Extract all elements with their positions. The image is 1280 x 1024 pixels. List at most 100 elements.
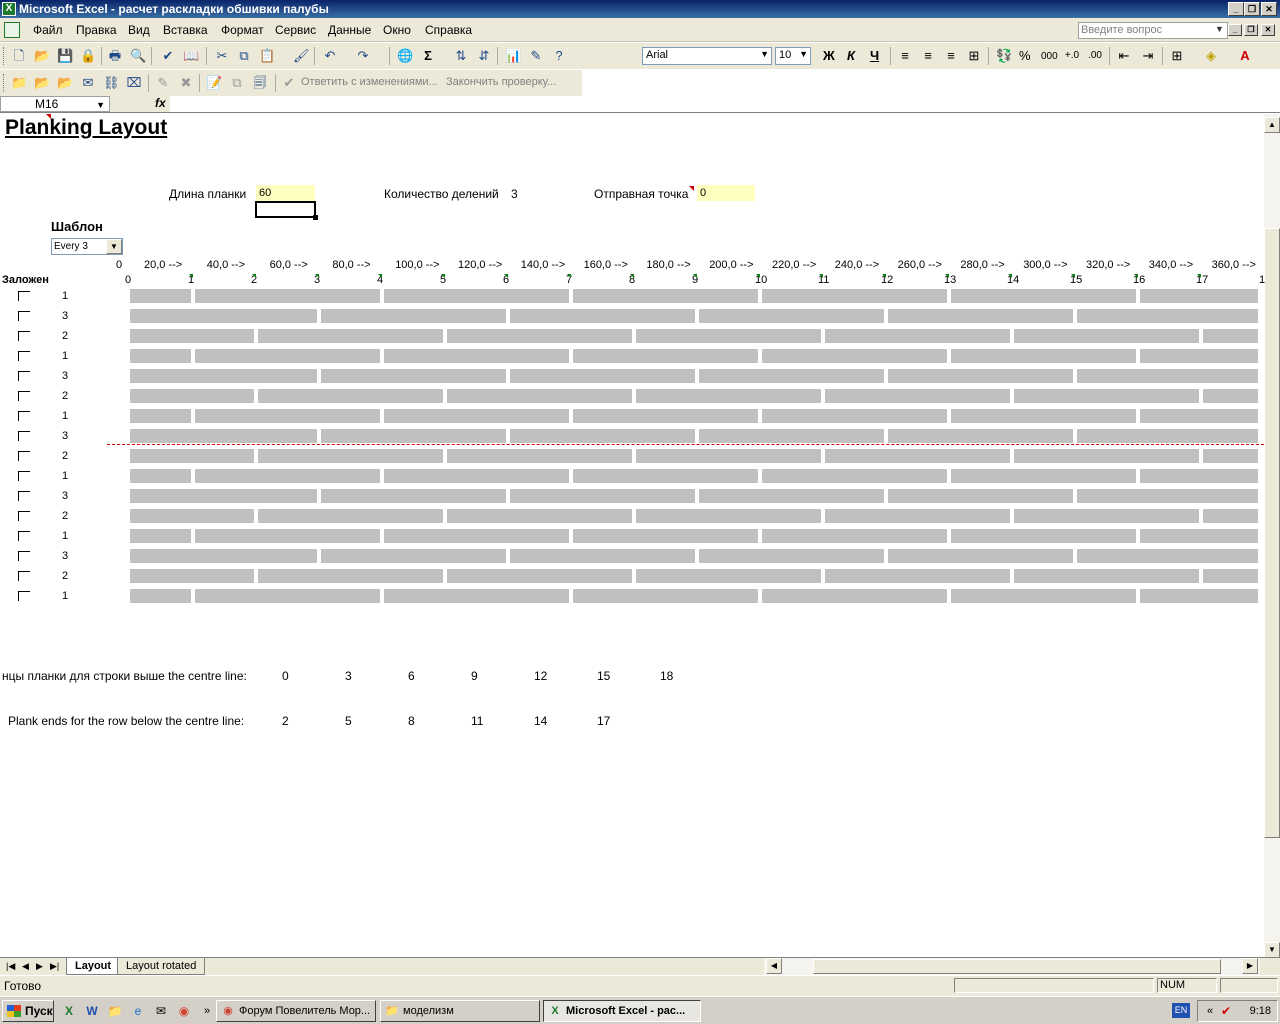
merge-center-icon[interactable]: ⊞ xyxy=(966,48,982,64)
align-left-icon[interactable]: ≡ xyxy=(897,48,913,64)
scroll-right-button[interactable]: ▶ xyxy=(1242,958,1258,974)
row-laid-checkbox[interactable] xyxy=(18,391,30,401)
formula-input[interactable] xyxy=(170,96,1280,112)
taskbar-window-forum[interactable]: ◉ Форум Повелитель Мор... xyxy=(216,1000,376,1022)
paste-icon[interactable]: 📋 xyxy=(259,48,275,64)
row-laid-checkbox[interactable] xyxy=(18,491,30,501)
accept-change-icon[interactable]: ⧉ xyxy=(229,75,245,91)
align-right-icon[interactable]: ≡ xyxy=(943,48,959,64)
sort-descending-icon[interactable]: ⇵ xyxy=(476,48,492,64)
row-laid-checkbox[interactable] xyxy=(18,451,30,461)
reply-with-changes-button[interactable]: Ответить с изменениями... xyxy=(301,76,438,88)
menu-format[interactable]: Формат xyxy=(221,23,264,37)
doc-restore-button[interactable]: ❐ xyxy=(1244,24,1258,36)
bold-button[interactable]: Ж xyxy=(823,48,835,63)
first-sheet-icon[interactable]: |◀ xyxy=(6,961,15,972)
start-button[interactable]: Пуск xyxy=(2,1000,54,1022)
chrome-icon[interactable]: ◉ xyxy=(176,1003,192,1019)
chevron-down-icon[interactable]: ▼ xyxy=(96,98,105,112)
font-name-select[interactable]: Arial ▼ xyxy=(642,47,772,65)
internet-explorer-icon[interactable]: e xyxy=(130,1003,146,1019)
menu-tools[interactable]: Сервис xyxy=(275,23,316,37)
taskbar-window-folder[interactable]: 📁 моделизм xyxy=(380,1000,540,1022)
help-icon[interactable]: ? xyxy=(551,48,567,64)
pattern-dropdown[interactable]: Every 3 ▼ xyxy=(51,238,123,255)
prev-sheet-icon[interactable]: ◀ xyxy=(22,961,29,972)
folder-up-icon[interactable]: 📂 xyxy=(34,75,50,91)
row-laid-checkbox[interactable] xyxy=(18,591,30,601)
link-icon[interactable]: ⛓ xyxy=(103,75,120,91)
print-preview-icon[interactable]: 🔍 xyxy=(130,48,146,64)
edit-comment-icon[interactable]: ✎ xyxy=(155,75,171,91)
mail-icon[interactable]: ✉ xyxy=(80,75,96,91)
row-laid-checkbox[interactable] xyxy=(18,571,30,581)
align-center-icon[interactable]: ≡ xyxy=(920,48,936,64)
toolbar-grip[interactable] xyxy=(3,74,6,92)
selected-cell-m16[interactable] xyxy=(255,201,318,220)
row-laid-checkbox[interactable] xyxy=(18,411,30,421)
restore-button[interactable]: ❐ xyxy=(1244,2,1260,16)
name-box[interactable]: M16 ▼ xyxy=(0,96,110,112)
mail-client-icon[interactable]: ✉ xyxy=(153,1003,169,1019)
show-comments-icon[interactable]: 🗐 xyxy=(252,75,268,91)
antivirus-icon[interactable]: ✔ xyxy=(1218,1003,1234,1019)
menu-help[interactable]: Справка xyxy=(425,23,472,37)
percent-button[interactable]: % xyxy=(1019,48,1031,63)
spelling-icon[interactable]: ✔ xyxy=(160,48,176,64)
toolbar-grip[interactable] xyxy=(3,47,6,65)
drawing-icon[interactable]: ✎ xyxy=(528,48,544,64)
row-laid-checkbox[interactable] xyxy=(18,291,30,301)
delete-comment-icon[interactable]: ✖ xyxy=(178,75,194,91)
start-point-cell[interactable]: 0 xyxy=(697,185,755,201)
ask-question-input[interactable]: Введите вопрос xyxy=(1078,22,1228,39)
redo-icon[interactable]: ↷ xyxy=(355,48,371,64)
remove-icon[interactable]: ⌧ xyxy=(126,75,142,91)
doc-close-button[interactable]: ✕ xyxy=(1261,24,1275,36)
next-sheet-icon[interactable]: ▶ xyxy=(36,961,43,972)
divisions-value[interactable]: 3 xyxy=(511,187,518,201)
autosum-icon[interactable]: Σ xyxy=(420,48,436,64)
permission-icon[interactable]: 🔒 xyxy=(80,48,96,64)
chevron-down-icon[interactable]: ▼ xyxy=(1215,24,1224,34)
close-button[interactable]: ✕ xyxy=(1261,2,1277,16)
chevron-right-icon[interactable]: » xyxy=(199,1003,215,1019)
new-document-icon[interactable]: 🗋 xyxy=(11,48,27,64)
vertical-scroll-thumb[interactable] xyxy=(1264,228,1280,838)
horizontal-scroll-thumb[interactable] xyxy=(813,959,1221,974)
last-sheet-icon[interactable]: ▶| xyxy=(50,961,59,972)
row-laid-checkbox[interactable] xyxy=(18,551,30,561)
row-laid-checkbox[interactable] xyxy=(18,351,30,361)
folder-star-icon[interactable]: 📂 xyxy=(57,75,73,91)
fill-color-icon[interactable]: ◈ xyxy=(1203,48,1219,64)
row-laid-checkbox[interactable] xyxy=(18,431,30,441)
language-indicator[interactable]: EN xyxy=(1172,1003,1190,1018)
currency-icon[interactable]: 💱 xyxy=(996,48,1012,64)
row-laid-checkbox[interactable] xyxy=(18,471,30,481)
increase-decimal-icon[interactable]: +.0 xyxy=(1064,48,1080,64)
tab-layout[interactable]: Layout xyxy=(66,958,121,975)
font-color-icon[interactable]: A xyxy=(1237,48,1253,64)
copy-icon[interactable]: ⧉ xyxy=(236,48,252,64)
research-icon[interactable]: 📖 xyxy=(183,48,199,64)
menu-window[interactable]: Окно xyxy=(383,23,411,37)
save-icon[interactable]: 💾 xyxy=(57,48,73,64)
folder-icon[interactable]: 📁 xyxy=(11,75,27,91)
plank-length-cell[interactable]: 60 xyxy=(256,185,315,201)
menu-edit[interactable]: Правка xyxy=(76,23,117,37)
excel-icon[interactable]: X xyxy=(61,1003,77,1019)
row-laid-checkbox[interactable] xyxy=(18,331,30,341)
scroll-left-button[interactable]: ◀ xyxy=(766,958,782,974)
chart-wizard-icon[interactable]: 📊 xyxy=(505,48,521,64)
menu-file[interactable]: Файл xyxy=(33,23,63,37)
row-laid-checkbox[interactable] xyxy=(18,531,30,541)
end-review-button[interactable]: Закончить проверку... xyxy=(446,76,556,88)
chevron-down-icon[interactable]: ▼ xyxy=(106,239,122,254)
increase-indent-icon[interactable]: ⇥ xyxy=(1140,48,1156,64)
comment-indicator[interactable] xyxy=(689,186,694,191)
taskbar-window-excel[interactable]: X Microsoft Excel - рас... xyxy=(543,1000,701,1022)
scroll-down-button[interactable]: ▼ xyxy=(1264,942,1280,958)
document-icon[interactable] xyxy=(4,22,20,38)
underline-button[interactable]: Ч xyxy=(870,48,879,63)
track-changes-icon[interactable]: 📝 xyxy=(206,75,222,91)
minimize-button[interactable]: _ xyxy=(1228,2,1244,16)
